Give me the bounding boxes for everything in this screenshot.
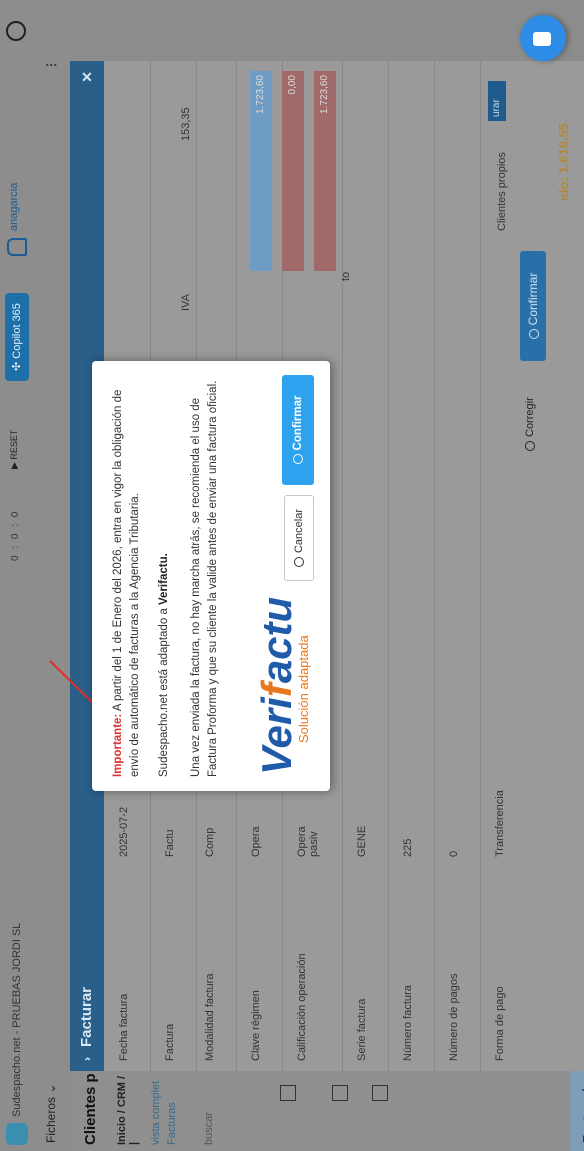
dialog-warning-text: Una vez enviada la factura, no hay march… (190, 380, 219, 777)
verifactu-dialog: Importante: A partir del 1 de Enero del … (92, 361, 330, 791)
amount-bar-red: 0,00 (282, 71, 304, 271)
cancel-icon (525, 441, 535, 451)
counters: 0 : 0 : 0 (10, 509, 21, 561)
search-input[interactable]: buscar (203, 1112, 215, 1145)
clientes-propios-link[interactable]: Clientes propios (496, 152, 508, 231)
tab-facturas[interactable]: Facturas (166, 1102, 178, 1145)
corregir-label: Corregir (524, 397, 536, 437)
amount-bar-blue: 1.723,60 (250, 71, 272, 271)
form-row: Número factura 225 (388, 61, 435, 1071)
row-label: Número factura (402, 985, 414, 1061)
truncated-text: to (340, 271, 352, 281)
row-label: Modalidad factura (204, 973, 216, 1061)
row-value[interactable]: Opera (250, 826, 262, 857)
row-label: Calificación operación (296, 953, 308, 1061)
facturado-label: Facturado: (570, 1071, 584, 1151)
confirm-label: Confirmar (292, 395, 304, 451)
important-label: Importante: (112, 713, 124, 777)
row-label: Serie factura (356, 998, 368, 1061)
logo-part: f (253, 683, 300, 698)
row-value[interactable]: Comp (204, 828, 216, 857)
form-row: Serie factura GENE (342, 61, 389, 1071)
row-value[interactable]: 2025-07-2 (118, 807, 130, 857)
user-link[interactable]: anagarcia (8, 183, 20, 231)
reset-button[interactable]: ▶ RESET (9, 430, 20, 469)
bell-icon[interactable] (7, 238, 27, 256)
copy-fab-icon[interactable] (520, 15, 566, 61)
dialog-adapted-text: Sudespacho.net está adaptado a Verifactu… (158, 377, 170, 777)
adapted-brand: Verifactu. (158, 553, 170, 605)
user-icon[interactable] (6, 21, 26, 41)
cancel-icon (294, 557, 304, 568)
copilot-button[interactable]: ✣ Copilot 365 (5, 293, 29, 381)
corregir-button[interactable]: Corregir (524, 397, 536, 451)
edit-icon[interactable] (372, 1085, 388, 1101)
row-label: Factura (164, 1023, 176, 1061)
row-value[interactable]: 0 (448, 851, 460, 857)
chevron-icon[interactable]: › (70, 1057, 104, 1061)
more-icon[interactable]: ⋮ (44, 59, 58, 71)
breadcrumb[interactable]: Inicio / CRM / | (116, 1071, 140, 1145)
row-label: Número de pagos (448, 973, 460, 1061)
company-breadcrumb[interactable]: Sudespacho.net - PRUEBAS JORDI SL (11, 923, 23, 1117)
right-column (70, 0, 584, 61)
amount-bar-red: 1.723,60 (314, 71, 336, 271)
ficheros-menu[interactable]: Ficheros ⌄ (44, 1084, 58, 1143)
row-value[interactable]: Transferencia (494, 790, 506, 857)
top-bar: Sudespacho.net - PRUEBAS JORDI SL 0 : 0 … (0, 0, 34, 1151)
check-icon (529, 329, 539, 340)
row-label: Clave régimen (250, 990, 262, 1061)
tab-vista-completa[interactable]: vista complet (150, 1081, 162, 1145)
edit-icon[interactable] (332, 1085, 348, 1101)
iva-value: 153,35 (180, 107, 192, 141)
app-background: Sudespacho.net - PRUEBAS JORDI SL 0 : 0 … (0, 0, 584, 1151)
edit-icon[interactable] (280, 1085, 296, 1101)
total-amount: ido: 1.616,55 (556, 122, 571, 201)
row-label: Forma de pago (494, 986, 506, 1061)
sidebar: Clientes p Inicio / CRM / | vista comple… (70, 1071, 584, 1151)
verifactu-logo: Verifactu Solución adaptada (253, 597, 318, 775)
confirm-button[interactable]: Confirmar (282, 375, 314, 485)
app-logo[interactable] (6, 1123, 28, 1145)
confirmar-bg-label: Confirmar (526, 272, 540, 326)
dialog-important-text: Importante: A partir del 1 de Enero del … (110, 377, 144, 777)
cancel-label: Cancelar (293, 508, 305, 554)
row-value[interactable]: GENE (356, 826, 368, 857)
menu-bar: Ficheros ⌄ ⋮ (34, 0, 70, 1151)
adapted-pre: Sudespacho.net está adaptado a (158, 604, 170, 777)
form-row: Número de pagos 0 (434, 61, 481, 1071)
panel-title: Facturar (78, 986, 95, 1047)
logo-part: Veri (253, 697, 300, 775)
row-label: Fecha factura (118, 993, 130, 1061)
row-value[interactable]: Factu (164, 829, 176, 857)
iva-label: IVA (180, 294, 192, 311)
page-title: Clientes p (82, 1073, 99, 1145)
confirmar-bg-button[interactable]: Confirmar (520, 251, 546, 361)
screen: Sudespacho.net - PRUEBAS JORDI SL 0 : 0 … (0, 0, 584, 1151)
cancel-button[interactable]: Cancelar (284, 495, 314, 581)
row-value[interactable]: Opera pasiv (296, 817, 320, 857)
row-value[interactable]: 225 (402, 839, 414, 857)
close-icon[interactable]: ✕ (70, 71, 104, 83)
check-circle-icon (293, 454, 303, 465)
logo-part: actu (253, 596, 300, 684)
bg-blue-button[interactable]: urar (488, 81, 506, 121)
rotated-viewport: Sudespacho.net - PRUEBAS JORDI SL 0 : 0 … (0, 0, 584, 1151)
